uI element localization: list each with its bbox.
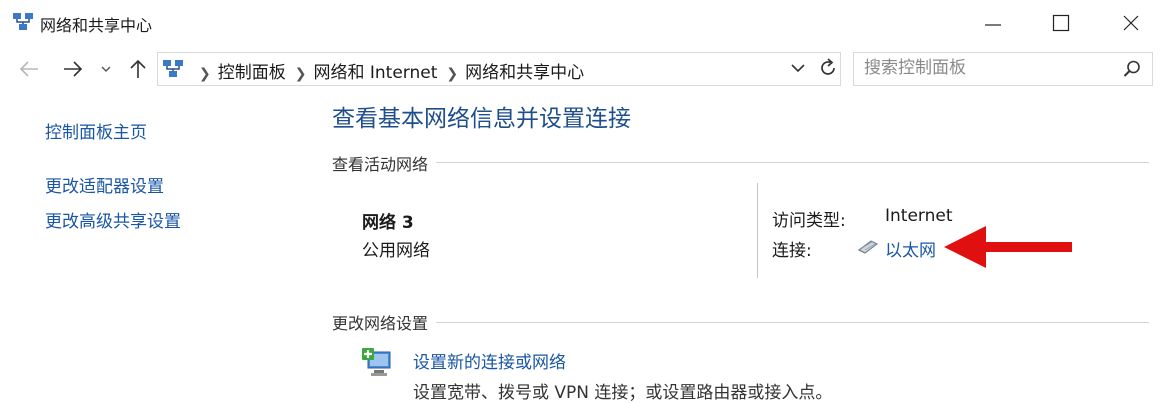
network-center-icon — [13, 13, 33, 30]
setup-new-connection-description: 设置宽带、拨号或 VPN 连接；或设置路由器或接入点。 — [413, 383, 833, 403]
breadcrumb-network-internet[interactable]: 网络和 Internet — [313, 63, 437, 83]
up-arrow-icon[interactable] — [127, 58, 149, 80]
setup-new-connection-link[interactable]: 设置新的连接或网络 — [413, 348, 566, 373]
search-icon[interactable] — [1122, 59, 1142, 79]
connections-label: 连接: — [772, 241, 812, 261]
search-input[interactable] — [854, 53, 1114, 83]
minimize-button[interactable] — [970, 8, 1016, 38]
new-connection-icon — [362, 348, 391, 376]
red-arrow-annotation-icon — [944, 226, 1072, 268]
network-category: 公用网络 — [362, 241, 430, 261]
close-button[interactable] — [1108, 8, 1154, 38]
address-bar[interactable]: ❯ 控制面板 ❯ 网络和 Internet ❯ 网络和共享中心 — [157, 52, 841, 86]
sidebar-item-control-panel-home[interactable]: 控制面板主页 — [45, 118, 147, 143]
access-type-value: Internet — [885, 206, 953, 226]
recent-locations-chevron-icon[interactable] — [98, 60, 114, 78]
page-title: 查看基本网络信息并设置连接 — [332, 106, 631, 132]
section-divider — [332, 162, 1149, 163]
network-name: 网络 3 — [362, 213, 414, 233]
search-box[interactable] — [853, 52, 1153, 86]
breadcrumb-control-panel[interactable]: 控制面板 — [218, 63, 286, 83]
maximize-button[interactable] — [1038, 8, 1084, 38]
breadcrumb-separator-icon: ❯ — [294, 66, 307, 82]
title-bar: 网络和共享中心 — [0, 0, 1167, 44]
network-location-icon — [163, 60, 183, 77]
ethernet-connection-link[interactable]: 以太网 — [885, 236, 936, 261]
access-type-label: 访问类型: — [772, 211, 846, 231]
vertical-divider — [757, 183, 758, 278]
back-arrow-icon[interactable] — [18, 58, 40, 80]
window-title: 网络和共享中心 — [40, 16, 153, 35]
sidebar-item-change-advanced-sharing[interactable]: 更改高级共享设置 — [45, 207, 181, 232]
breadcrumb-network-sharing-center[interactable]: 网络和共享中心 — [465, 63, 584, 83]
breadcrumb-separator-icon: ❯ — [446, 66, 459, 82]
sidebar-item-change-adapter-settings[interactable]: 更改适配器设置 — [45, 172, 164, 197]
close-icon — [1123, 15, 1139, 31]
address-dropdown-chevron-icon[interactable] — [788, 56, 808, 80]
minimize-icon — [985, 24, 1001, 26]
change-network-settings-label: 更改网络设置 — [332, 310, 437, 334]
forward-arrow-icon[interactable] — [62, 58, 84, 80]
ethernet-icon — [857, 240, 879, 254]
active-networks-label: 查看活动网络 — [332, 151, 437, 175]
refresh-icon[interactable] — [815, 55, 841, 81]
maximize-icon — [1052, 14, 1070, 32]
breadcrumb: ❯ 控制面板 ❯ 网络和 Internet ❯ 网络和共享中心 — [190, 58, 584, 83]
section-divider — [332, 322, 1149, 323]
breadcrumb-separator-icon: ❯ — [199, 66, 211, 82]
